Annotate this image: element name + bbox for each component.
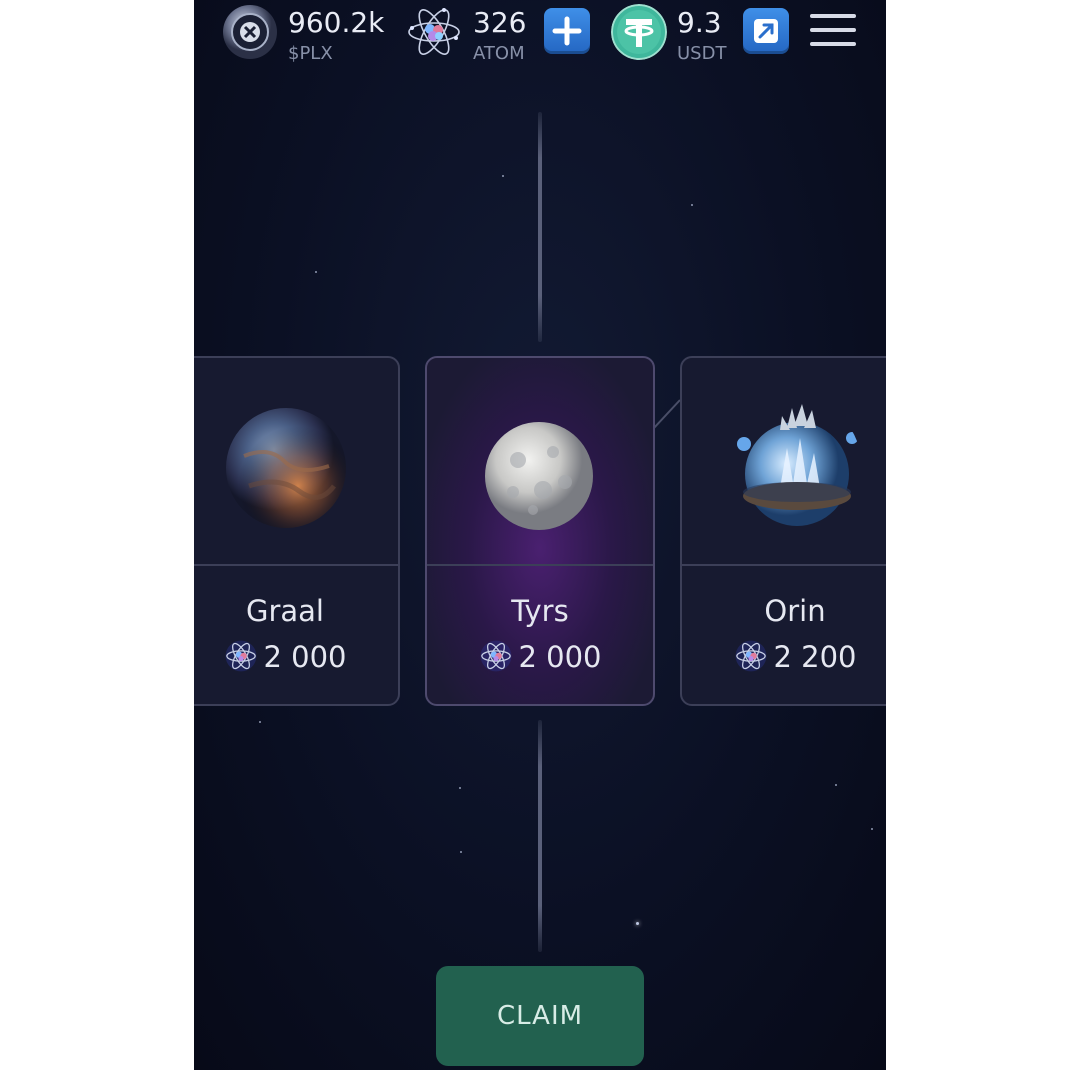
card-price: 2 000: [427, 640, 653, 677]
star: [259, 721, 261, 723]
plx-unit: $PLX: [288, 43, 333, 64]
card-price-value: 2 000: [263, 640, 347, 674]
card-price-value: 2 000: [518, 640, 602, 674]
planet-orin-image: [737, 404, 858, 526]
star: [460, 851, 462, 853]
star: [871, 828, 873, 830]
atom-icon: [226, 640, 257, 672]
atom-icon: [408, 8, 460, 55]
atom-icon: [481, 640, 512, 672]
star: [636, 922, 639, 925]
star: [459, 787, 461, 789]
connector-line-bottom: [538, 720, 542, 952]
claim-button[interactable]: CLAIM: [436, 966, 644, 1066]
planet-graal-image: [226, 408, 346, 528]
usdt-balance[interactable]: 9.3 USDT: [611, 4, 741, 64]
planet-tyrs-image: [485, 422, 593, 530]
atom-unit: ATOM: [473, 43, 525, 64]
menu-bar: [810, 28, 856, 32]
atom-icon: [736, 640, 767, 672]
withdraw-usdt-button[interactable]: [743, 8, 789, 54]
atom-amount: 326: [473, 6, 527, 39]
card-price-value: 2 200: [773, 640, 857, 674]
card-divider: [194, 564, 398, 566]
add-atom-button[interactable]: [544, 8, 590, 54]
plx-coin-icon: [223, 5, 277, 59]
card-price: 2 200: [682, 640, 886, 677]
star: [315, 271, 317, 273]
star: [835, 784, 837, 786]
card-name: Tyrs: [511, 594, 569, 628]
usdt-unit: USDT: [677, 43, 727, 64]
menu-button[interactable]: [810, 14, 858, 48]
usdt-amount: 9.3: [677, 6, 722, 39]
external-link-icon: [754, 19, 778, 43]
card-divider: [682, 564, 886, 566]
plus-icon: [552, 16, 582, 46]
top-bar: 960.2k $PLX 326 ATOM 9.3 USDT: [194, 0, 886, 66]
planet-card-tyrs[interactable]: Tyrs 2 000: [425, 356, 655, 706]
app-screen: 960.2k $PLX 326 ATOM 9.3 USDT Graal 2 00…: [194, 0, 886, 1070]
card-price: 2 000: [194, 640, 398, 677]
star: [691, 204, 693, 206]
tether-icon: [611, 4, 667, 60]
plx-amount: 960.2k: [288, 6, 385, 39]
card-divider: [427, 564, 653, 566]
planet-card-orin[interactable]: Orin 2 200: [680, 356, 886, 706]
menu-bar: [810, 42, 856, 46]
plx-balance[interactable]: 960.2k $PLX: [222, 4, 392, 64]
star: [502, 175, 504, 177]
connector-line-top: [538, 112, 542, 342]
card-name: Graal: [246, 594, 324, 628]
planet-card-graal[interactable]: Graal 2 000: [194, 356, 400, 706]
hamburger-menu-icon: [810, 14, 856, 18]
card-name: Orin: [764, 594, 826, 628]
